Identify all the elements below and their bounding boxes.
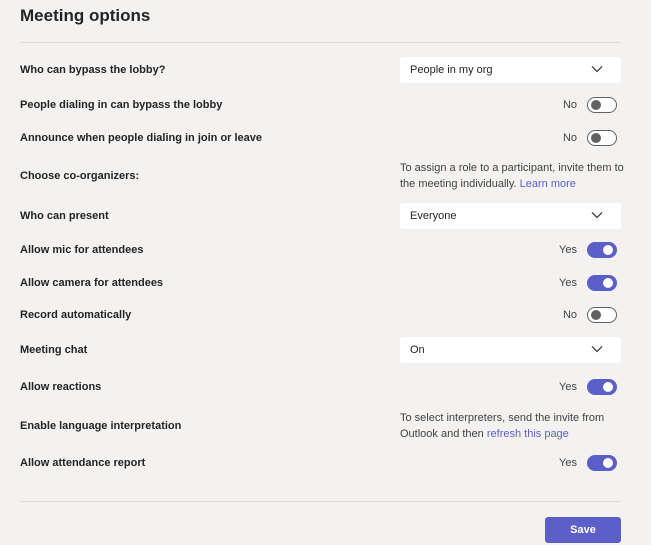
bottom-divider: [20, 501, 621, 502]
toggle-knob: [591, 133, 601, 143]
page-title: Meeting options: [20, 6, 151, 25]
attendance-report-toggle[interactable]: [587, 455, 617, 471]
top-divider: [20, 42, 621, 43]
option-allow-reactions: Allow reactions Yes: [20, 379, 621, 397]
chevron-down-icon: [591, 346, 603, 353]
announce-dial-in-toggle-group: No: [537, 130, 617, 148]
option-co-organizers: Choose co-organizers: To assign a role t…: [20, 160, 624, 192]
option-meeting-chat: Meeting chat On: [20, 337, 621, 363]
toggle-state-label: Yes: [559, 244, 577, 256]
toggle-state-label: No: [562, 99, 577, 111]
record-auto-toggle-group: No: [537, 307, 617, 325]
announce-dial-in-toggle[interactable]: [587, 130, 617, 146]
bypass-lobby-dropdown[interactable]: People in my org: [400, 57, 621, 83]
option-label: Record automatically: [20, 309, 132, 321]
toggle-state-label: Yes: [559, 381, 577, 393]
option-allow-camera: Allow camera for attendees Yes: [20, 275, 621, 293]
meeting-chat-dropdown[interactable]: On: [400, 337, 621, 363]
toggle-state-label: Yes: [559, 277, 577, 289]
co-organizers-info: To assign a role to a participant, invit…: [400, 160, 625, 192]
record-auto-toggle[interactable]: [587, 307, 617, 323]
option-bypass-lobby: Who can bypass the lobby? People in my o…: [20, 57, 621, 83]
option-label: Allow camera for attendees: [20, 277, 164, 289]
toggle-knob: [603, 382, 613, 392]
dial-in-bypass-toggle-group: No: [537, 97, 617, 115]
chevron-down-icon: [591, 212, 603, 219]
attendance-report-toggle-group: Yes: [537, 455, 617, 473]
chevron-down-icon: [591, 66, 603, 73]
allow-mic-toggle[interactable]: [587, 242, 617, 258]
allow-camera-toggle[interactable]: [587, 275, 617, 291]
save-button[interactable]: Save: [545, 517, 621, 543]
dropdown-value: People in my org: [410, 64, 493, 76]
option-announce-dial-in: Announce when people dialing in join or …: [20, 130, 621, 148]
language-interpretation-info: To select interpreters, send the invite …: [400, 410, 625, 442]
toggle-state-label: No: [562, 132, 577, 144]
allow-mic-toggle-group: Yes: [537, 242, 617, 260]
option-who-can-present: Who can present Everyone: [20, 203, 621, 229]
allow-camera-toggle-group: Yes: [537, 275, 617, 293]
toggle-state-label: No: [562, 309, 577, 321]
option-label: Meeting chat: [20, 344, 88, 356]
option-record-auto: Record automatically No: [20, 307, 621, 325]
option-label: Allow attendance report: [20, 457, 146, 469]
option-label: Who can present: [20, 210, 109, 222]
toggle-knob: [603, 278, 613, 288]
option-label: Who can bypass the lobby?: [20, 64, 166, 76]
dropdown-value: On: [410, 344, 425, 356]
option-allow-mic: Allow mic for attendees Yes: [20, 242, 621, 260]
dropdown-value: Everyone: [410, 210, 457, 222]
option-label: Enable language interpretation: [20, 420, 182, 432]
toggle-knob: [603, 245, 613, 255]
toggle-knob: [591, 310, 601, 320]
allow-reactions-toggle-group: Yes: [537, 379, 617, 397]
option-label: People dialing in can bypass the lobby: [20, 99, 223, 111]
option-label: Allow mic for attendees: [20, 244, 144, 256]
option-dial-in-bypass: People dialing in can bypass the lobby N…: [20, 97, 621, 115]
refresh-page-link[interactable]: refresh this page: [487, 428, 569, 440]
allow-reactions-toggle[interactable]: [587, 379, 617, 395]
option-label: Allow reactions: [20, 381, 102, 393]
option-label: Announce when people dialing in join or …: [20, 132, 263, 144]
toggle-knob: [591, 100, 601, 110]
dial-in-bypass-toggle[interactable]: [587, 97, 617, 113]
option-attendance-report: Allow attendance report Yes: [20, 455, 621, 473]
toggle-state-label: Yes: [559, 457, 577, 469]
learn-more-link[interactable]: Learn more: [520, 178, 576, 190]
option-language-interpretation: Enable language interpretation To select…: [20, 410, 621, 442]
who-can-present-dropdown[interactable]: Everyone: [400, 203, 621, 229]
option-label: Choose co-organizers:: [20, 170, 140, 182]
info-text: To assign a role to a participant, invit…: [400, 162, 624, 190]
toggle-knob: [603, 458, 613, 468]
